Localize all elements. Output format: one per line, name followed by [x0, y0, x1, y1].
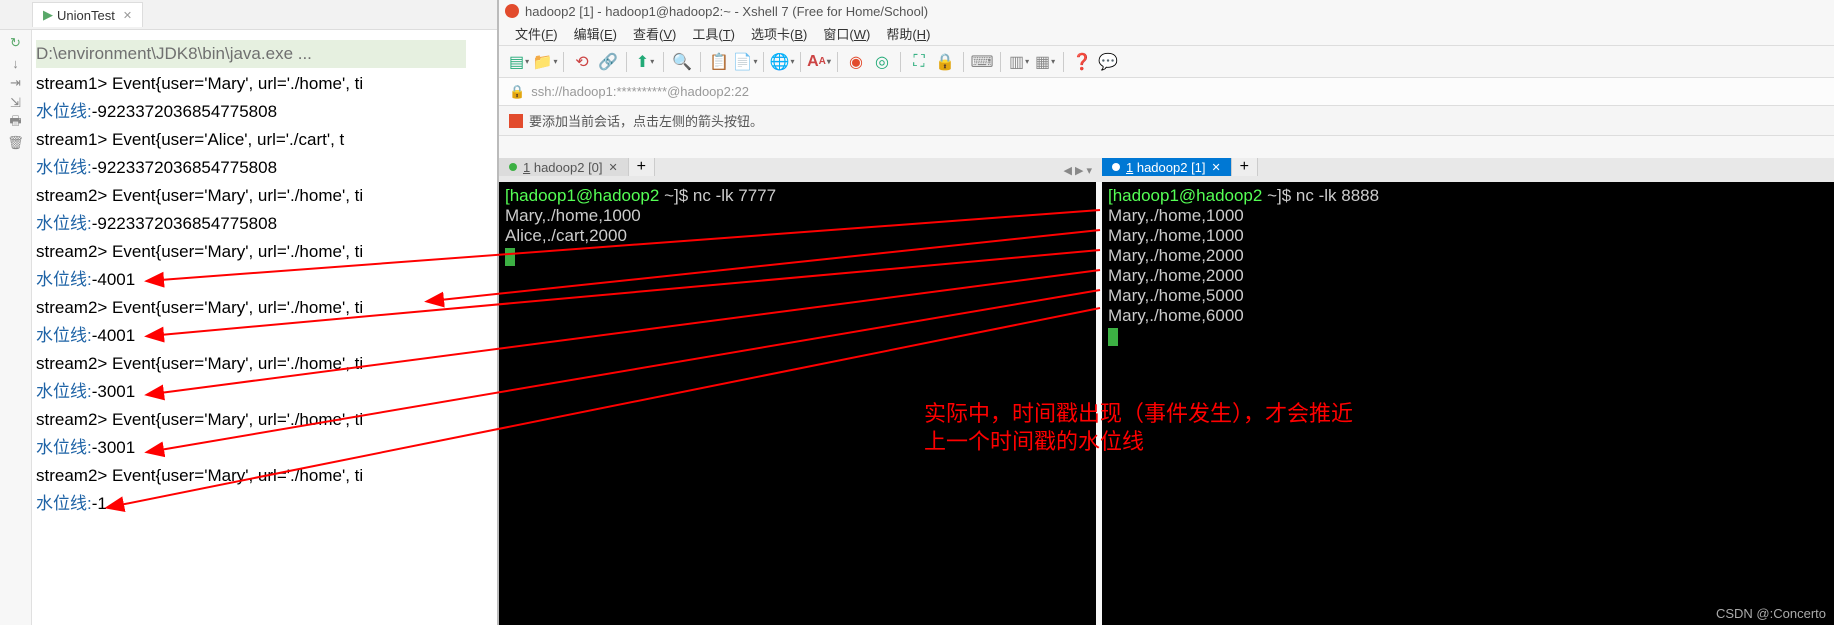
status-dot-icon: [1112, 163, 1120, 171]
address-bar[interactable]: 🔒 ssh://hadoop1:**********@hadoop2:22: [499, 78, 1834, 106]
rerun-icon[interactable]: ↻: [7, 34, 25, 52]
copy-icon[interactable]: 📋: [709, 52, 729, 72]
terminal-tabs: 1 hadoop2 [0] ✕ + ◀ ▶ ▾ 1 hadoop2 [1] ✕ …: [499, 158, 1834, 182]
toolbar: ▤▾ 📁▾ ⟲ 🔗 ⬆▾ 🔍 📋 📄▾ 🌐▾ AA▾ ◉ ◎ ⛶ 🔒 ⌨ ▥▾ …: [499, 46, 1834, 78]
menu-item[interactable]: 查看(V): [627, 22, 682, 45]
xshell-title-bar: hadoop2 [1] - hadoop1@hadoop2:~ - Xshell…: [499, 0, 1834, 22]
cmd-line: D:\environment\JDK8\bin\java.exe ...: [36, 44, 312, 63]
console-output: D:\environment\JDK8\bin\java.exe ... str…: [36, 40, 466, 518]
expand-icon[interactable]: ⛶: [909, 52, 929, 72]
close-icon[interactable]: ✕: [609, 161, 618, 174]
run-icon: ▶: [43, 7, 53, 23]
globe-icon[interactable]: 🌐▾: [772, 52, 792, 72]
help-icon[interactable]: ❓: [1072, 52, 1092, 72]
link-icon[interactable]: 🔗: [598, 52, 618, 72]
xshell-panel: hadoop2 [1] - hadoop1@hadoop2:~ - Xshell…: [497, 0, 1834, 625]
trash-icon[interactable]: 🗑: [7, 134, 25, 152]
ssl-lock-icon: 🔒: [509, 84, 525, 100]
flag-icon: [509, 114, 523, 128]
watermark: CSDN @:Concerto: [1716, 606, 1826, 621]
close-icon[interactable]: ✕: [123, 9, 132, 22]
green-check-icon[interactable]: ◎: [872, 52, 892, 72]
transfer-icon[interactable]: ⬆▾: [635, 52, 655, 72]
new-icon[interactable]: ▤▾: [509, 52, 529, 72]
ide-tab[interactable]: ▶ UnionTest ✕: [32, 2, 143, 27]
lock-icon[interactable]: 🔒: [935, 52, 955, 72]
info-text: 要添加当前会话，点击左侧的箭头按钮。: [529, 111, 763, 130]
add-tab-button[interactable]: +: [629, 158, 655, 176]
xshell-app-icon: [505, 4, 519, 18]
menu-item[interactable]: 编辑(E): [568, 22, 623, 45]
tab-hadoop2-1[interactable]: 1 hadoop2 [1] ✕: [1102, 158, 1232, 176]
tab-nav[interactable]: ◀ ▶ ▾: [1063, 158, 1092, 182]
annotation-text: 实际中，时间戳出现（事件发生），才会推近 上一个时间戳的水位线: [924, 400, 1353, 456]
menu-item[interactable]: 选项卡(B): [745, 22, 813, 45]
ide-tab-label: UnionTest: [57, 8, 115, 23]
menu-item[interactable]: 工具(T): [686, 22, 741, 45]
layout2-icon[interactable]: ▦▾: [1035, 52, 1055, 72]
reconnect-icon[interactable]: ⟲: [572, 52, 592, 72]
close-icon[interactable]: ✕: [1212, 161, 1221, 174]
info-bar: 要添加当前会话，点击左侧的箭头按钮。: [499, 106, 1834, 136]
layout-icon[interactable]: ⇥: [7, 74, 25, 92]
add-tab-button[interactable]: +: [1232, 158, 1258, 176]
layout1-icon[interactable]: ▥▾: [1009, 52, 1029, 72]
ide-gutter: ↻ ↓ ⇥ ⇲ 🖶 🗑: [0, 30, 32, 625]
menu-item[interactable]: 窗口(W): [817, 22, 876, 45]
chat-icon[interactable]: 💬: [1098, 52, 1118, 72]
tab-label: 1 hadoop2 [0]: [523, 160, 603, 175]
ide-panel: ▶ UnionTest ✕ ↻ ↓ ⇥ ⇲ 🖶 🗑 D:\environment…: [0, 0, 497, 625]
address-text: ssh://hadoop1:**********@hadoop2:22: [531, 84, 749, 99]
xshell-title-text: hadoop2 [1] - hadoop1@hadoop2:~ - Xshell…: [525, 4, 928, 19]
tab-hadoop2-0[interactable]: 1 hadoop2 [0] ✕: [499, 158, 629, 176]
paste-icon[interactable]: 📄▾: [735, 52, 755, 72]
wrap-icon[interactable]: ⇲: [7, 94, 25, 112]
stop-icon[interactable]: ↓: [7, 54, 25, 72]
ide-tab-bar: ▶ UnionTest ✕: [0, 0, 497, 30]
search-icon[interactable]: 🔍: [672, 52, 692, 72]
menu-bar: 文件(F)编辑(E)查看(V)工具(T)选项卡(B)窗口(W)帮助(H): [499, 22, 1834, 46]
keyboard-icon[interactable]: ⌨: [972, 52, 992, 72]
menu-item[interactable]: 文件(F): [509, 22, 564, 45]
open-icon[interactable]: 📁▾: [535, 52, 555, 72]
menu-item[interactable]: 帮助(H): [880, 22, 936, 45]
font-icon[interactable]: AA▾: [809, 52, 829, 72]
tab-label: 1 hadoop2 [1]: [1126, 160, 1206, 175]
print-icon[interactable]: 🖶: [7, 114, 25, 132]
status-dot-icon: [509, 163, 517, 171]
red-circle-icon[interactable]: ◉: [846, 52, 866, 72]
